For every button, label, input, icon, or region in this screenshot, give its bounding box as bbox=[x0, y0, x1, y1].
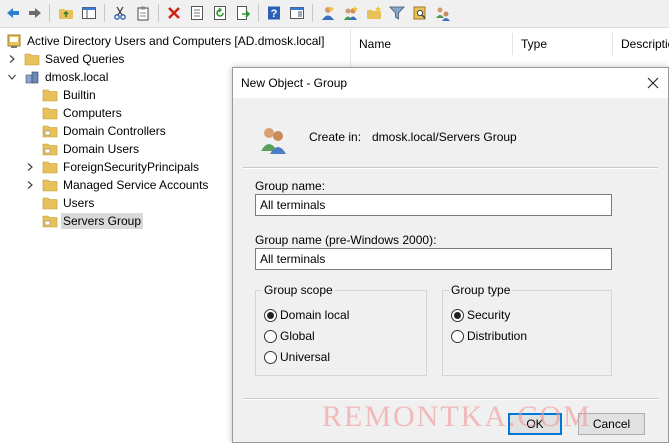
folder-icon bbox=[42, 177, 58, 193]
tree-item-foreign-security-principals[interactable]: ForeignSecurityPrincipals bbox=[61, 159, 201, 175]
radio-label: Distribution bbox=[467, 329, 528, 343]
folder-icon bbox=[42, 87, 58, 103]
tree-item-managed-service-accounts[interactable]: Managed Service Accounts bbox=[61, 177, 210, 193]
group-scope-legend: Group scope bbox=[262, 283, 335, 297]
folder-up-icon[interactable] bbox=[57, 4, 75, 22]
folder-icon bbox=[24, 51, 40, 67]
chevron-right-icon[interactable] bbox=[25, 180, 35, 190]
tree-root-label[interactable]: Active Directory Users and Computers [AD… bbox=[25, 33, 326, 49]
chevron-right-icon[interactable] bbox=[25, 162, 35, 172]
group-type-legend: Group type bbox=[449, 283, 513, 297]
chevron-down-icon[interactable] bbox=[7, 72, 17, 82]
tree-item-domain-controllers[interactable]: Domain Controllers bbox=[61, 123, 168, 139]
svg-text:?: ? bbox=[271, 8, 278, 20]
pre2000-input[interactable]: All terminals bbox=[255, 248, 612, 270]
radio-universal[interactable]: Universal bbox=[264, 350, 330, 364]
chevron-right-icon[interactable] bbox=[7, 54, 17, 64]
create-in-label: Create in: bbox=[309, 130, 362, 144]
show-hide-icon[interactable] bbox=[288, 4, 306, 22]
delete-icon[interactable] bbox=[165, 4, 183, 22]
group-scope-box: Group scope Domain local Global Universa… bbox=[255, 283, 427, 376]
dialog-title-bar[interactable]: New Object - Group bbox=[233, 68, 668, 98]
toolbar: ? bbox=[0, 0, 669, 28]
pre2000-label: Group name (pre-Windows 2000): bbox=[255, 233, 437, 247]
radio-button[interactable] bbox=[264, 308, 277, 322]
column-header-type[interactable]: Type bbox=[513, 33, 613, 55]
domain-icon bbox=[24, 69, 40, 85]
create-in-path: dmosk.local/Servers Group bbox=[372, 130, 517, 144]
tree-item-saved-queries[interactable]: Saved Queries bbox=[43, 51, 126, 67]
new-group-icon[interactable] bbox=[342, 4, 360, 22]
radio-button[interactable] bbox=[451, 308, 464, 322]
tree-item-users[interactable]: Users bbox=[61, 195, 96, 211]
radio-label: Security bbox=[467, 308, 511, 322]
console-tree-icon[interactable] bbox=[80, 4, 98, 22]
radio-global[interactable]: Global bbox=[264, 329, 315, 343]
radio-label: Global bbox=[280, 329, 315, 343]
new-user-icon[interactable] bbox=[319, 4, 337, 22]
tree-item-domain-users[interactable]: Domain Users bbox=[61, 141, 141, 157]
column-header-description[interactable]: Descriptio bbox=[613, 33, 669, 55]
watermark: REMONTKA.COM bbox=[322, 400, 592, 433]
new-ou-icon[interactable] bbox=[365, 4, 383, 22]
properties-icon[interactable] bbox=[188, 4, 206, 22]
radio-domain-local[interactable]: Domain local bbox=[264, 308, 349, 322]
divider bbox=[243, 167, 658, 169]
group-icon bbox=[258, 123, 290, 155]
radio-label: Universal bbox=[280, 350, 331, 364]
dialog-title: New Object - Group bbox=[241, 76, 348, 90]
clipboard-icon[interactable] bbox=[134, 4, 152, 22]
filter-icon[interactable] bbox=[388, 4, 406, 22]
folder-icon bbox=[42, 105, 58, 121]
radio-label: Domain local bbox=[280, 308, 350, 322]
group-name-input[interactable]: All terminals bbox=[255, 194, 612, 216]
column-header-name[interactable]: Name bbox=[351, 33, 513, 55]
radio-button[interactable] bbox=[451, 329, 464, 343]
export-icon[interactable] bbox=[234, 4, 252, 22]
ou-icon bbox=[42, 213, 58, 229]
radio-button[interactable] bbox=[264, 350, 277, 364]
folder-icon bbox=[42, 159, 58, 175]
tree-item-servers-group[interactable]: Servers Group bbox=[61, 213, 144, 229]
cut-icon[interactable] bbox=[111, 4, 129, 22]
tree-item-computers[interactable]: Computers bbox=[61, 105, 124, 121]
find-icon[interactable] bbox=[411, 4, 429, 22]
radio-button[interactable] bbox=[264, 329, 277, 343]
forward-icon[interactable] bbox=[26, 4, 44, 22]
ou-icon bbox=[42, 141, 58, 157]
close-icon[interactable] bbox=[644, 74, 662, 92]
radio-security[interactable]: Security bbox=[451, 308, 510, 322]
help-icon[interactable]: ? bbox=[265, 4, 283, 22]
ad-console-icon bbox=[6, 33, 22, 49]
add-to-group-icon[interactable] bbox=[434, 4, 452, 22]
group-type-box: Group type Security Distribution bbox=[442, 283, 612, 376]
folder-icon bbox=[42, 195, 58, 211]
refresh-icon[interactable] bbox=[211, 4, 229, 22]
back-icon[interactable] bbox=[4, 4, 22, 22]
ou-icon bbox=[42, 123, 58, 139]
tree-item-builtin[interactable]: Builtin bbox=[61, 87, 98, 103]
new-object-group-dialog: New Object - Group Create in: dmosk.loca… bbox=[232, 67, 669, 443]
tree-item-domain[interactable]: dmosk.local bbox=[43, 69, 110, 85]
radio-distribution[interactable]: Distribution bbox=[451, 329, 527, 343]
group-name-label: Group name: bbox=[255, 179, 326, 193]
